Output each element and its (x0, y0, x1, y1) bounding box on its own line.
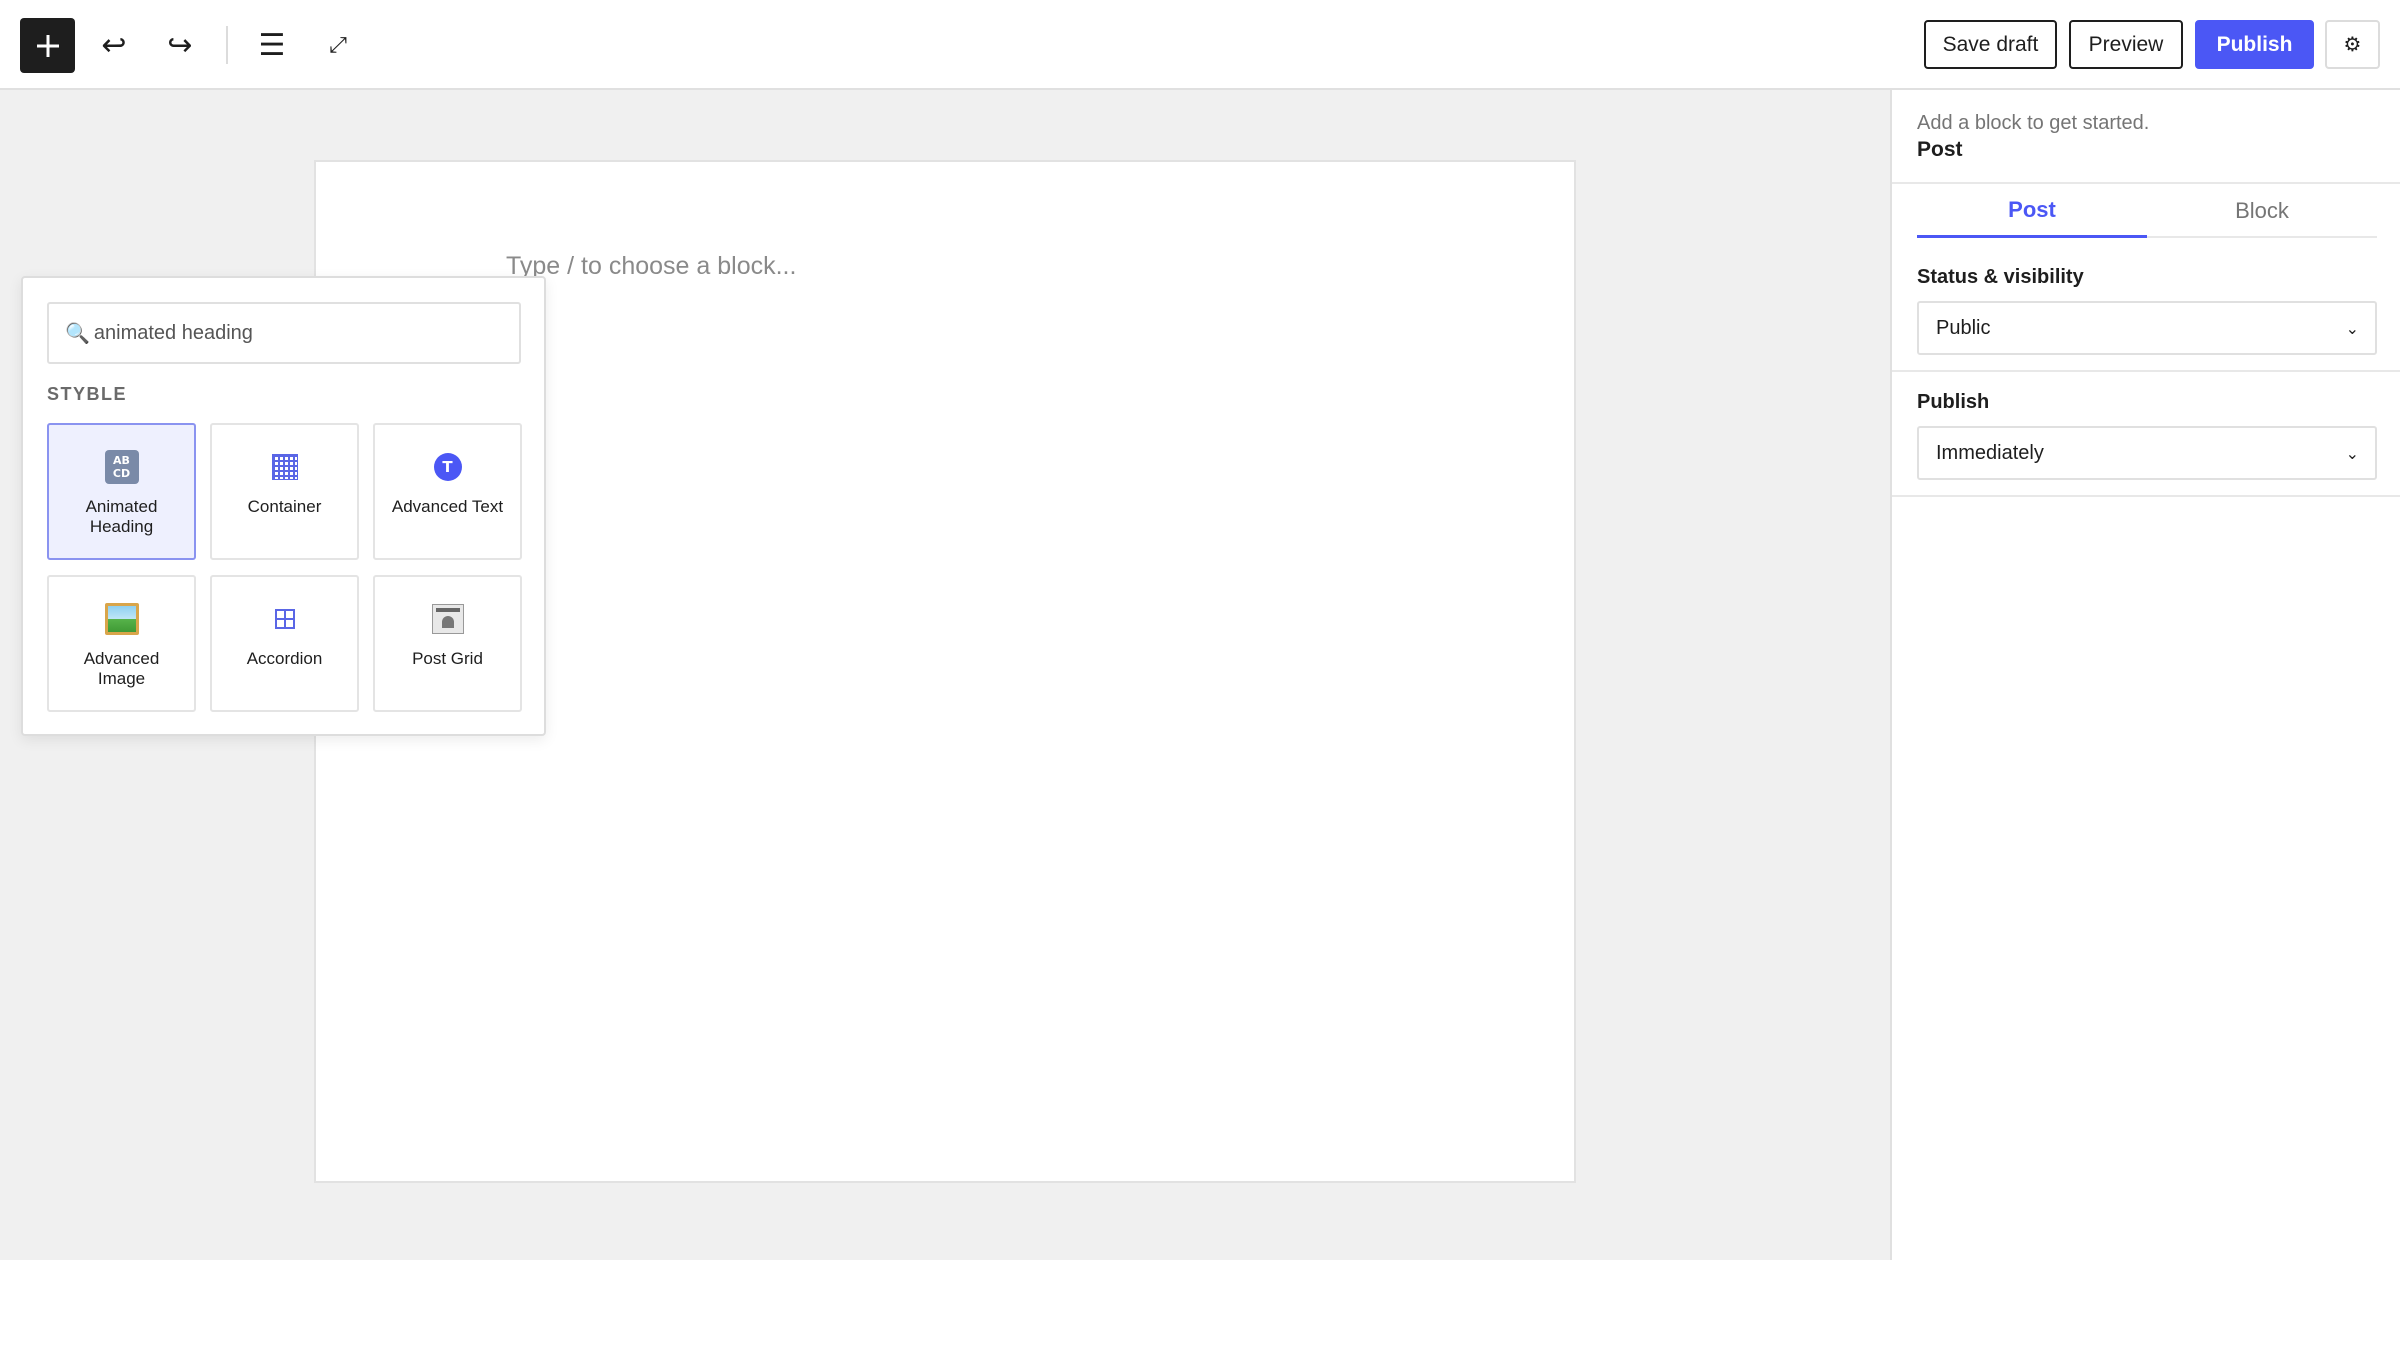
publish-schedule-value: Immediately (1936, 441, 2044, 464)
settings-sidebar: Add a block to get started. Post Post Bl… (1890, 90, 2400, 1260)
list-view-button[interactable]: ☰ (249, 22, 295, 68)
tab-post[interactable]: Post (1917, 184, 2147, 238)
add-block-button[interactable] (20, 18, 75, 73)
search-icon: 🔍 (65, 322, 90, 345)
block-post-grid[interactable]: Post Grid (373, 575, 522, 712)
block-placeholder-hint[interactable]: Type / to choose a block... (506, 252, 796, 281)
save-draft-button[interactable]: Save draft (1924, 20, 2057, 69)
animated-heading-icon: AB CD (104, 450, 139, 484)
block-animated-heading[interactable]: AB CD Animated Heading (47, 423, 196, 560)
post-grid-icon (431, 604, 464, 634)
undo-button[interactable]: ↩ (91, 22, 137, 68)
status-visibility-select[interactable]: Public ⌄ (1917, 301, 2377, 355)
publish-schedule-select[interactable]: Immediately ⌄ (1917, 426, 2377, 480)
preview-button[interactable]: Preview (2069, 20, 2183, 69)
block-label: Container (247, 497, 322, 516)
gear-icon: ⚙ (2343, 34, 2362, 56)
sidebar-tabs: Post Block (1917, 184, 2377, 238)
block-label: Animated Heading (85, 497, 158, 536)
container-icon (271, 454, 298, 480)
block-label: Accordion (246, 649, 323, 668)
status-visibility-value: Public (1936, 316, 1991, 339)
editor-canvas: Type / to choose a block... 🔍 STYBLE AB … (0, 90, 1890, 1260)
toolbar-divider (226, 26, 228, 64)
publish-label: Publish (1917, 391, 1990, 413)
block-search-field[interactable]: 🔍 (47, 302, 521, 364)
chevron-down-icon: ⌄ (2345, 318, 2359, 338)
publish-button[interactable]: Publish (2195, 20, 2314, 69)
bottom-area (0, 1260, 1890, 1350)
block-label: Advanced Text (391, 497, 504, 516)
block-label: Advanced Image (83, 649, 160, 688)
status-visibility-label: Status & visibility (1917, 266, 2084, 288)
block-label: Post Grid (412, 649, 483, 668)
accordion-icon (274, 609, 295, 629)
top-toolbar: ↩ ↪ ☰ ⤢ Save draft Preview Publish ⚙ (0, 0, 2400, 90)
advanced-image-icon (104, 603, 139, 635)
sidebar-divider (1892, 495, 2400, 497)
expand-icon: ⤢ (329, 32, 347, 58)
redo-button[interactable]: ↪ (157, 22, 203, 68)
block-advanced-image[interactable]: Advanced Image (47, 575, 196, 712)
block-container[interactable]: Container (210, 423, 359, 560)
sidebar-title: Post (1917, 138, 1963, 161)
tab-block[interactable]: Block (2147, 184, 2377, 238)
fullscreen-button[interactable]: ⤢ (315, 22, 361, 68)
block-inserter-popover: 🔍 STYBLE AB CD Animated Heading Containe… (21, 276, 546, 736)
list-view-icon: ☰ (258, 27, 286, 63)
redo-icon: ↪ (167, 27, 193, 63)
block-search-input[interactable] (93, 321, 494, 345)
block-accordion[interactable]: Accordion (210, 575, 359, 712)
category-label: STYBLE (47, 384, 128, 404)
sidebar-hint: Add a block to get started. (1917, 112, 2150, 134)
sidebar-divider (1892, 370, 2400, 372)
chevron-down-icon: ⌄ (2345, 443, 2359, 463)
settings-button[interactable]: ⚙ (2325, 20, 2380, 69)
block-advanced-text[interactable]: T Advanced Text (373, 423, 522, 560)
advanced-text-icon: T (433, 453, 462, 481)
undo-icon: ↩ (101, 27, 127, 63)
